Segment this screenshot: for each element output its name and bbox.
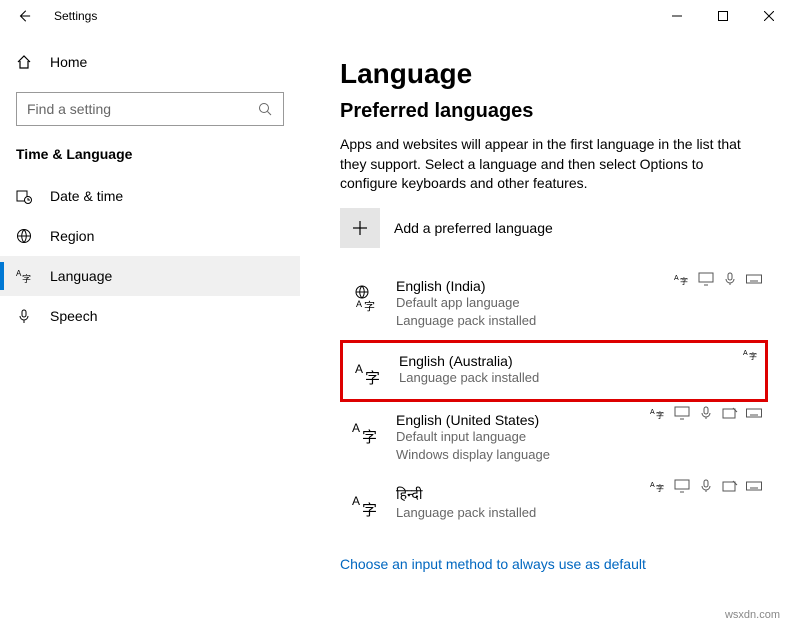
sidebar-item-label: Language [50, 268, 112, 284]
speech-icon [698, 479, 714, 493]
sidebar-item-region[interactable]: Region [0, 216, 300, 256]
svg-text:字: 字 [656, 483, 664, 493]
sidebar-item-speech[interactable]: Speech [0, 296, 300, 336]
search-placeholder: Find a setting [27, 101, 111, 117]
category-title: Time & Language [0, 140, 300, 176]
close-button[interactable] [746, 0, 792, 32]
language-badges: A字 [650, 479, 762, 493]
language-badges: A字 [674, 272, 762, 286]
text-to-speech-icon: A字 [650, 406, 666, 420]
language-list: A字 English (India) Default app language … [340, 268, 768, 532]
language-item[interactable]: A字 English (India) Default app language … [340, 268, 768, 340]
language-subtitle: Default input language [396, 428, 760, 446]
svg-text:字: 字 [362, 502, 377, 519]
language-char-icon: A字 [348, 414, 382, 448]
input-method-link[interactable]: Choose an input method to always use as … [340, 556, 646, 572]
home-link[interactable]: Home [0, 42, 300, 82]
sidebar-item-language[interactable]: A字 Language [0, 256, 300, 296]
add-language-label: Add a preferred language [394, 220, 553, 236]
add-language-button[interactable]: Add a preferred language [340, 208, 768, 248]
globe-icon [16, 228, 32, 244]
svg-text:A: A [743, 350, 748, 357]
speech-icon [698, 406, 714, 420]
language-item[interactable]: A字 हिन्दी Language pack installed A字 [340, 475, 768, 532]
svg-text:A: A [355, 362, 363, 376]
svg-text:字: 字 [680, 276, 688, 286]
handwriting-icon [722, 479, 738, 493]
search-icon [257, 101, 273, 117]
section-description: Apps and websites will appear in the fir… [340, 135, 760, 194]
svg-text:字: 字 [656, 410, 664, 420]
language-icon: A字 [16, 268, 32, 284]
language-name: English (Australia) [399, 353, 757, 369]
language-item[interactable]: A字 English (Australia) Language pack ins… [340, 340, 768, 402]
speech-icon [722, 272, 738, 286]
language-subtitle: Language pack installed [396, 312, 760, 330]
search-input[interactable]: Find a setting [16, 92, 284, 126]
language-char-icon: A字 [351, 355, 385, 389]
language-globe-icon: A字 [348, 280, 382, 314]
svg-text:字: 字 [364, 299, 375, 312]
titlebar: Settings [0, 0, 792, 32]
svg-text:A: A [650, 409, 655, 416]
microphone-icon [16, 308, 32, 324]
svg-text:A: A [352, 494, 360, 508]
sidebar-item-label: Date & time [50, 188, 123, 204]
svg-text:字: 字 [365, 370, 380, 387]
language-subtitle: Language pack installed [399, 369, 757, 387]
language-badges: A字 [743, 347, 759, 361]
main-content: Language Preferred languages Apps and we… [300, 32, 792, 627]
window-title: Settings [40, 9, 97, 23]
maximize-button[interactable] [700, 0, 746, 32]
svg-text:A: A [674, 275, 679, 282]
language-item[interactable]: A字 English (United States) Default input… [340, 402, 768, 474]
plus-icon [340, 208, 380, 248]
page-title: Language [340, 58, 768, 90]
text-to-speech-icon: A字 [743, 347, 759, 361]
home-label: Home [50, 54, 87, 70]
calendar-clock-icon [16, 188, 32, 204]
language-subtitle: Windows display language [396, 446, 760, 464]
sidebar-item-label: Speech [50, 308, 97, 324]
language-char-icon: A字 [348, 487, 382, 521]
display-icon [674, 406, 690, 420]
home-icon [16, 54, 32, 70]
text-to-speech-icon: A字 [650, 479, 666, 493]
sidebar-item-date-time[interactable]: Date & time [0, 176, 300, 216]
keyboard-icon [746, 479, 762, 493]
svg-text:A: A [650, 482, 655, 489]
minimize-button[interactable] [654, 0, 700, 32]
language-subtitle: Default app language [396, 294, 760, 312]
arrow-left-icon [17, 9, 31, 23]
svg-text:A: A [352, 421, 360, 435]
svg-text:A: A [356, 299, 362, 309]
sidebar-item-label: Region [50, 228, 94, 244]
text-to-speech-icon: A字 [674, 272, 690, 286]
section-title: Preferred languages [340, 100, 768, 123]
handwriting-icon [722, 406, 738, 420]
back-button[interactable] [8, 0, 40, 32]
svg-text:字: 字 [22, 273, 31, 284]
sidebar: Home Find a setting Time & Language Date… [0, 32, 300, 627]
language-subtitle: Language pack installed [396, 504, 760, 522]
svg-text:字: 字 [362, 429, 377, 446]
watermark: wsxdn.com [725, 609, 780, 621]
display-icon [698, 272, 714, 286]
display-icon [674, 479, 690, 493]
language-badges: A字 [650, 406, 762, 420]
keyboard-icon [746, 406, 762, 420]
svg-text:字: 字 [749, 351, 757, 361]
keyboard-icon [746, 272, 762, 286]
